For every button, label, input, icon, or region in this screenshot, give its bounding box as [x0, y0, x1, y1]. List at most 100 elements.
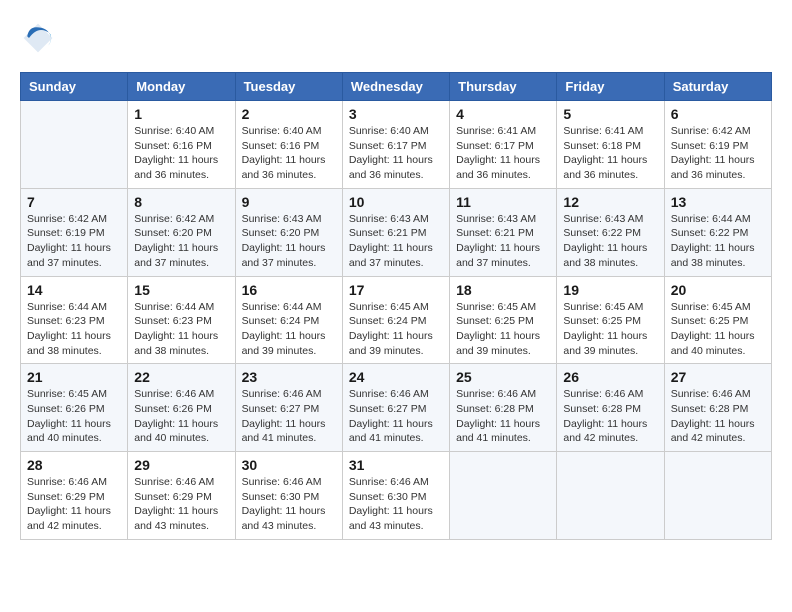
day-number: 9 [242, 194, 336, 210]
calendar-cell: 6Sunrise: 6:42 AMSunset: 6:19 PMDaylight… [664, 101, 771, 189]
page-header [20, 20, 772, 56]
day-number: 1 [134, 106, 228, 122]
day-info: Sunrise: 6:45 AMSunset: 6:26 PMDaylight:… [27, 387, 121, 446]
day-info: Sunrise: 6:46 AMSunset: 6:28 PMDaylight:… [563, 387, 657, 446]
day-header-monday: Monday [128, 73, 235, 101]
day-number: 24 [349, 369, 443, 385]
day-info: Sunrise: 6:40 AMSunset: 6:16 PMDaylight:… [134, 124, 228, 183]
day-number: 11 [456, 194, 550, 210]
calendar-cell: 31 Sunrise: 6:46 AMSunset: 6:30 PMDayligh… [342, 452, 449, 540]
day-header-tuesday: Tuesday [235, 73, 342, 101]
day-number: 6 [671, 106, 765, 122]
day-info: Sunrise: 6:46 AMSunset: 6:30 PMDaylight:… [242, 475, 336, 534]
calendar-cell: 19 Sunrise: 6:45 AMSunset: 6:25 PMDayligh… [557, 276, 664, 364]
calendar-cell: 1 Sunrise: 6:40 AMSunset: 6:16 PMDaylight… [128, 101, 235, 189]
calendar-cell: 8 Sunrise: 6:42 AMSunset: 6:20 PMDaylight… [128, 188, 235, 276]
day-number: 23 [242, 369, 336, 385]
day-header-thursday: Thursday [450, 73, 557, 101]
day-info: Sunrise: 6:46 AMSunset: 6:30 PMDaylight:… [349, 475, 443, 534]
calendar-cell: 20 Sunrise: 6:45 AMSunset: 6:25 PMDayligh… [664, 276, 771, 364]
day-number: 28 [27, 457, 121, 473]
day-number: 5 [563, 106, 657, 122]
day-info: Sunrise: 6:45 AMSunset: 6:25 PMDaylight:… [456, 300, 550, 359]
calendar-cell: 2 Sunrise: 6:40 AMSunset: 6:16 PMDaylight… [235, 101, 342, 189]
day-number: 13 [671, 194, 765, 210]
day-number: 21 [27, 369, 121, 385]
day-info: Sunrise: 6:46 AMSunset: 6:27 PMDaylight:… [242, 387, 336, 446]
calendar-cell: 9 Sunrise: 6:43 AMSunset: 6:20 PMDaylight… [235, 188, 342, 276]
calendar-cell: 22 Sunrise: 6:46 AMSunset: 6:26 PMDayligh… [128, 364, 235, 452]
calendar-cell: 3Sunrise: 6:40 AMSunset: 6:17 PMDaylight… [342, 101, 449, 189]
day-info: Sunrise: 6:45 AMSunset: 6:24 PMDaylight:… [349, 300, 443, 359]
calendar-cell: 13 Sunrise: 6:44 AMSunset: 6:22 PMDayligh… [664, 188, 771, 276]
calendar-cell: 12 Sunrise: 6:43 AMSunset: 6:22 PMDayligh… [557, 188, 664, 276]
calendar-week-4: 21 Sunrise: 6:45 AMSunset: 6:26 PMDayligh… [21, 364, 772, 452]
calendar-week-5: 28 Sunrise: 6:46 AMSunset: 6:29 PMDayligh… [21, 452, 772, 540]
calendar-cell [557, 452, 664, 540]
day-number: 2 [242, 106, 336, 122]
day-info: Sunrise: 6:43 AMSunset: 6:21 PMDaylight:… [349, 212, 443, 271]
calendar-cell: 23 Sunrise: 6:46 AMSunset: 6:27 PMDayligh… [235, 364, 342, 452]
day-info: Sunrise: 6:44 AMSunset: 6:22 PMDaylight:… [671, 212, 765, 271]
day-info: Sunrise: 6:46 AMSunset: 6:29 PMDaylight:… [134, 475, 228, 534]
day-info: Sunrise: 6:42 AMSunset: 6:19 PMDaylight:… [27, 212, 121, 271]
day-number: 8 [134, 194, 228, 210]
day-info: Sunrise: 6:46 AMSunset: 6:27 PMDaylight:… [349, 387, 443, 446]
day-number: 18 [456, 282, 550, 298]
calendar-cell: 11 Sunrise: 6:43 AMSunset: 6:21 PMDayligh… [450, 188, 557, 276]
calendar-cell: 27 Sunrise: 6:46 AMSunset: 6:28 PMDayligh… [664, 364, 771, 452]
day-info: Sunrise: 6:44 AMSunset: 6:24 PMDaylight:… [242, 300, 336, 359]
day-number: 7 [27, 194, 121, 210]
day-number: 20 [671, 282, 765, 298]
calendar-week-2: 7 Sunrise: 6:42 AMSunset: 6:19 PMDaylight… [21, 188, 772, 276]
day-info: Sunrise: 6:43 AMSunset: 6:20 PMDaylight:… [242, 212, 336, 271]
day-header-friday: Friday [557, 73, 664, 101]
day-info: Sunrise: 6:42 AMSunset: 6:20 PMDaylight:… [134, 212, 228, 271]
day-number: 29 [134, 457, 228, 473]
day-info: Sunrise: 6:40 AMSunset: 6:16 PMDaylight:… [242, 124, 336, 183]
calendar-cell: 28 Sunrise: 6:46 AMSunset: 6:29 PMDayligh… [21, 452, 128, 540]
day-info: Sunrise: 6:46 AMSunset: 6:28 PMDaylight:… [671, 387, 765, 446]
day-number: 30 [242, 457, 336, 473]
calendar-week-3: 14 Sunrise: 6:44 AMSunset: 6:23 PMDayligh… [21, 276, 772, 364]
day-info: Sunrise: 6:41 AMSunset: 6:18 PMDaylight:… [563, 124, 657, 183]
day-info: Sunrise: 6:43 AMSunset: 6:22 PMDaylight:… [563, 212, 657, 271]
day-header-wednesday: Wednesday [342, 73, 449, 101]
calendar-cell: 17 Sunrise: 6:45 AMSunset: 6:24 PMDayligh… [342, 276, 449, 364]
day-number: 3 [349, 106, 443, 122]
calendar-cell: 10 Sunrise: 6:43 AMSunset: 6:21 PMDayligh… [342, 188, 449, 276]
calendar-cell [21, 101, 128, 189]
calendar-week-1: 1 Sunrise: 6:40 AMSunset: 6:16 PMDaylight… [21, 101, 772, 189]
day-info: Sunrise: 6:45 AMSunset: 6:25 PMDaylight:… [671, 300, 765, 359]
day-number: 19 [563, 282, 657, 298]
calendar-cell: 16 Sunrise: 6:44 AMSunset: 6:24 PMDayligh… [235, 276, 342, 364]
day-number: 4 [456, 106, 550, 122]
day-number: 22 [134, 369, 228, 385]
day-number: 10 [349, 194, 443, 210]
day-info: Sunrise: 6:44 AMSunset: 6:23 PMDaylight:… [27, 300, 121, 359]
day-info: Sunrise: 6:44 AMSunset: 6:23 PMDaylight:… [134, 300, 228, 359]
calendar-cell: 4 Sunrise: 6:41 AMSunset: 6:17 PMDaylight… [450, 101, 557, 189]
logo-icon [20, 20, 56, 56]
calendar-cell: 7 Sunrise: 6:42 AMSunset: 6:19 PMDaylight… [21, 188, 128, 276]
day-info: Sunrise: 6:41 AMSunset: 6:17 PMDaylight:… [456, 124, 550, 183]
day-number: 16 [242, 282, 336, 298]
day-info: Sunrise: 6:46 AMSunset: 6:29 PMDaylight:… [27, 475, 121, 534]
day-number: 27 [671, 369, 765, 385]
calendar-header-row: SundayMondayTuesdayWednesdayThursdayFrid… [21, 73, 772, 101]
day-header-sunday: Sunday [21, 73, 128, 101]
day-number: 17 [349, 282, 443, 298]
calendar-cell [664, 452, 771, 540]
logo [20, 20, 62, 56]
day-info: Sunrise: 6:45 AMSunset: 6:25 PMDaylight:… [563, 300, 657, 359]
day-info: Sunrise: 6:43 AMSunset: 6:21 PMDaylight:… [456, 212, 550, 271]
day-number: 25 [456, 369, 550, 385]
day-number: 31 [349, 457, 443, 473]
day-number: 26 [563, 369, 657, 385]
day-info: Sunrise: 6:46 AMSunset: 6:26 PMDaylight:… [134, 387, 228, 446]
day-number: 14 [27, 282, 121, 298]
calendar-cell [450, 452, 557, 540]
calendar-cell: 24 Sunrise: 6:46 AMSunset: 6:27 PMDayligh… [342, 364, 449, 452]
calendar-cell: 29 Sunrise: 6:46 AMSunset: 6:29 PMDayligh… [128, 452, 235, 540]
day-number: 12 [563, 194, 657, 210]
